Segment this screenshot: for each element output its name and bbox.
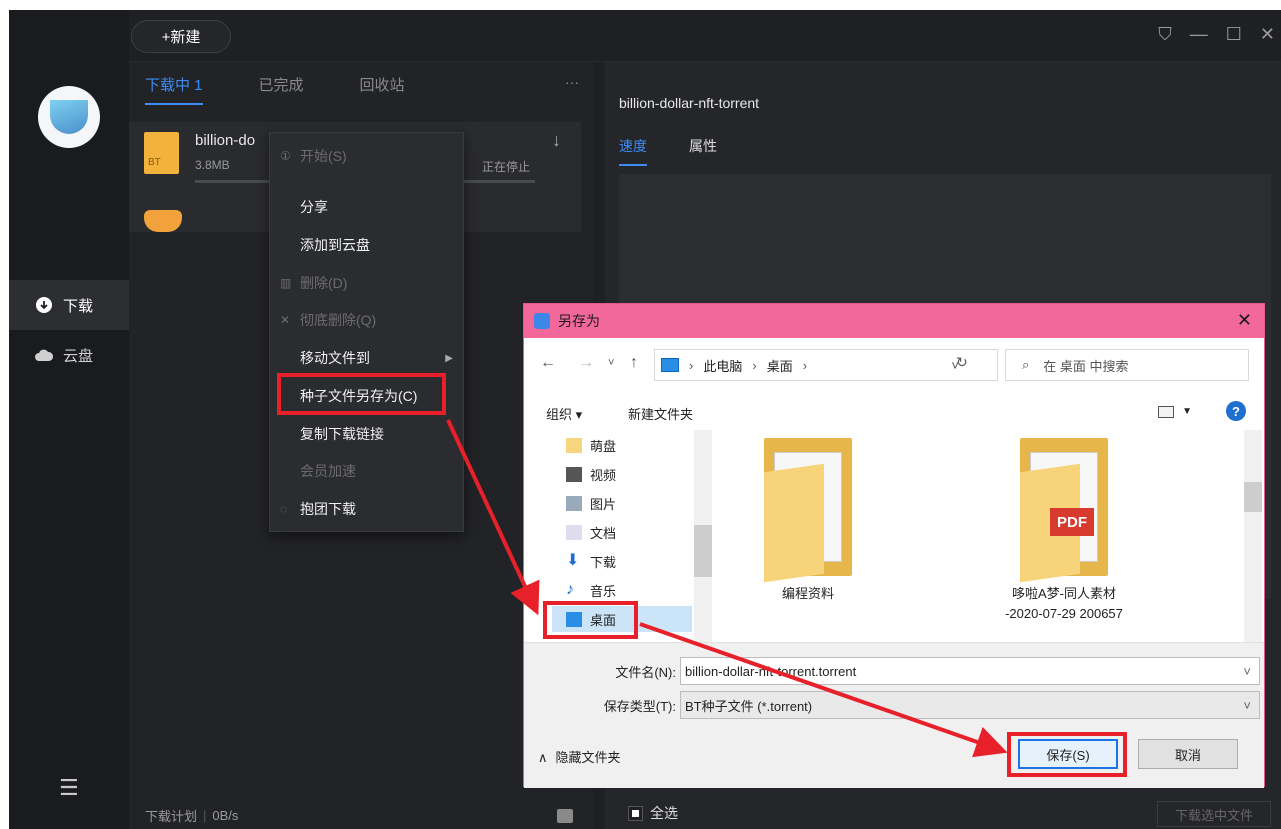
tree-item-videos[interactable]: 视频: [566, 461, 616, 487]
nav-download-label: 下载: [63, 297, 94, 315]
hide-folders-toggle[interactable]: ∧ 隐藏文件夹: [538, 747, 621, 766]
help-icon[interactable]: ?: [1226, 401, 1246, 421]
arrow-down-icon[interactable]: ↓: [552, 130, 561, 151]
tab-downloading[interactable]: 下载中 1: [145, 74, 203, 105]
filetype-select[interactable]: BT种子文件 (*.torrent) ˅: [680, 691, 1260, 719]
play-icon: ①: [280, 149, 291, 163]
task-size: 3.8MB: [195, 158, 230, 172]
tree-scrollbar[interactable]: [694, 430, 712, 642]
submenu-arrow-icon: ▶: [445, 352, 453, 364]
menu-item-delete-permanent[interactable]: ✕ 彻底删除(Q): [270, 301, 463, 339]
app-logo: [38, 86, 100, 148]
breadcrumb-desktop[interactable]: 桌面: [767, 356, 793, 375]
lock-icon[interactable]: [557, 809, 573, 823]
task-name: billion-do: [195, 132, 256, 149]
spinner-icon: ◌: [280, 502, 288, 516]
download-icon: [35, 296, 53, 314]
download-speed: 0B/s: [212, 807, 239, 823]
new-folder-button[interactable]: 新建文件夹: [628, 404, 693, 423]
bt-file-icon: BT: [144, 132, 179, 174]
app-bird-icon: [534, 313, 550, 329]
dialog-toolbar: 组织 ▾ 新建文件夹 ▼ ?: [524, 400, 1264, 426]
top-bar: +新建 ⛉ — ☐ ✕: [129, 10, 1281, 62]
menu-item-vip[interactable]: 会员加速: [270, 452, 463, 490]
select-all-checkbox[interactable]: 全选: [629, 803, 678, 823]
tab-completed[interactable]: 已完成: [259, 74, 304, 105]
menu-item-copy-link[interactable]: 复制下载链接: [270, 415, 463, 453]
nav-cloud-label: 云盘: [63, 347, 94, 365]
menu-item-add-cloud[interactable]: 添加到云盘: [270, 226, 463, 264]
tree-item-documents[interactable]: 文档: [566, 519, 616, 545]
left-nav: 下载 云盘 ☰: [9, 10, 129, 829]
view-options-icon[interactable]: [1158, 406, 1174, 418]
computer-icon: [661, 358, 679, 372]
status-bar: 下载计划 | 0B/s: [145, 806, 239, 825]
tree-item-downloads[interactable]: ⬇ 下载: [566, 548, 616, 574]
refresh-icon[interactable]: ↻: [956, 354, 968, 371]
tab-properties[interactable]: 属性: [689, 136, 717, 166]
detail-title: billion-dollar-nft-torrent: [619, 95, 760, 111]
trash-icon: ▥: [280, 276, 292, 290]
organize-menu[interactable]: 组织 ▾: [546, 404, 582, 423]
address-row: ← → ˅ ↑ › 此电脑 › 桌面 › ˅ ↻ ⌕ 在 桌面 中搜索: [524, 346, 1264, 382]
more-icon[interactable]: ···: [565, 74, 579, 90]
menu-item-move[interactable]: 移动文件到 ▶: [270, 339, 463, 377]
annotation-box-menu: [277, 373, 446, 415]
dialog-title: 另存为: [558, 313, 600, 329]
recent-dropdown-icon[interactable]: ˅: [608, 357, 614, 369]
save-as-dialog: 另存为 ✕ ← → ˅ ↑ › 此电脑 › 桌面 › ˅ ↻ ⌕ 在 桌面 中搜…: [523, 303, 1265, 788]
files-scrollbar[interactable]: [1244, 430, 1262, 642]
forward-icon[interactable]: →: [578, 354, 594, 372]
address-bar[interactable]: › 此电脑 › 桌面 › ˅: [654, 349, 998, 381]
download-plan-link[interactable]: 下载计划: [145, 806, 197, 825]
breadcrumb-pc[interactable]: 此电脑: [703, 356, 742, 375]
task-tabs: 下载中 1 已完成 回收站: [145, 74, 461, 105]
dialog-close-icon[interactable]: ✕: [1237, 310, 1252, 331]
tree-item-music[interactable]: ♪ 音乐: [566, 577, 616, 603]
back-icon[interactable]: ←: [540, 354, 556, 372]
filetype-row: 保存类型(T): BT种子文件 (*.torrent) ˅: [594, 691, 1260, 719]
search-icon: ⌕: [1022, 357, 1030, 372]
skin-icon[interactable]: ⛉: [1158, 24, 1172, 45]
annotation-box-desktop: [543, 601, 638, 639]
view-dropdown-icon[interactable]: ▼: [1182, 406, 1192, 417]
filename-row: 文件名(N): billion-dollar-nft-torrent.torre…: [594, 657, 1260, 685]
detail-tabs: 速度 属性: [619, 136, 759, 166]
up-icon[interactable]: ↑: [630, 354, 638, 372]
dialog-titlebar: 另存为 ✕: [524, 304, 1264, 338]
tab-speed[interactable]: 速度: [619, 136, 647, 166]
tree-item-pictures[interactable]: 图片: [566, 490, 616, 516]
file-item-pdf-folder[interactable]: PDF 哆啦A梦-同人素材 -2020-07-29 200657: [984, 438, 1144, 624]
nav-cloud[interactable]: 云盘: [9, 330, 129, 380]
minimize-icon[interactable]: —: [1190, 24, 1208, 45]
new-task-button[interactable]: +新建: [131, 20, 231, 53]
download-selected-button[interactable]: 下载选中文件: [1157, 801, 1271, 827]
context-menu: ① 开始(S) 分享 添加到云盘 ▥ 删除(D) ✕ 彻底删除(Q) 移动文件到 ▶ 种…: [269, 132, 464, 532]
menu-item-delete[interactable]: ▥ 删除(D): [270, 264, 463, 302]
file-item-folder[interactable]: 编程资料: [728, 438, 888, 604]
menu-item-share[interactable]: 分享: [270, 188, 463, 226]
window-controls: ⛉ — ☐ ✕: [1158, 24, 1275, 45]
menu-item-group-download[interactable]: ◌ 抱团下载: [270, 490, 463, 528]
dialog-footer: 文件名(N): billion-dollar-nft-torrent.torre…: [524, 642, 1264, 788]
folder-pdf-icon: PDF: [1020, 438, 1108, 583]
annotation-box-save: [1007, 732, 1127, 777]
tree-item-mengpan[interactable]: 萌盘: [566, 432, 616, 458]
folder-icon: [764, 438, 852, 583]
team-download-icon: [144, 210, 182, 232]
nav-download[interactable]: 下载: [9, 280, 129, 330]
maximize-icon[interactable]: ☐: [1226, 24, 1242, 45]
cloud-icon: [35, 346, 53, 364]
filename-input[interactable]: billion-dollar-nft-torrent.torrent ˅: [680, 657, 1260, 685]
file-grid: 编程资料 PDF 哆啦A梦-同人素材 -2020-07-29 200657: [720, 430, 1250, 642]
x-icon: ✕: [280, 313, 291, 327]
menu-item-start[interactable]: ① 开始(S): [270, 137, 463, 175]
close-icon[interactable]: ✕: [1260, 24, 1275, 45]
task-status: 正在停止: [482, 160, 531, 174]
search-input[interactable]: ⌕ 在 桌面 中搜索: [1005, 349, 1249, 381]
menu-icon[interactable]: ☰: [59, 775, 79, 801]
tab-recycle[interactable]: 回收站: [360, 74, 405, 105]
cancel-button[interactable]: 取消: [1138, 739, 1238, 769]
